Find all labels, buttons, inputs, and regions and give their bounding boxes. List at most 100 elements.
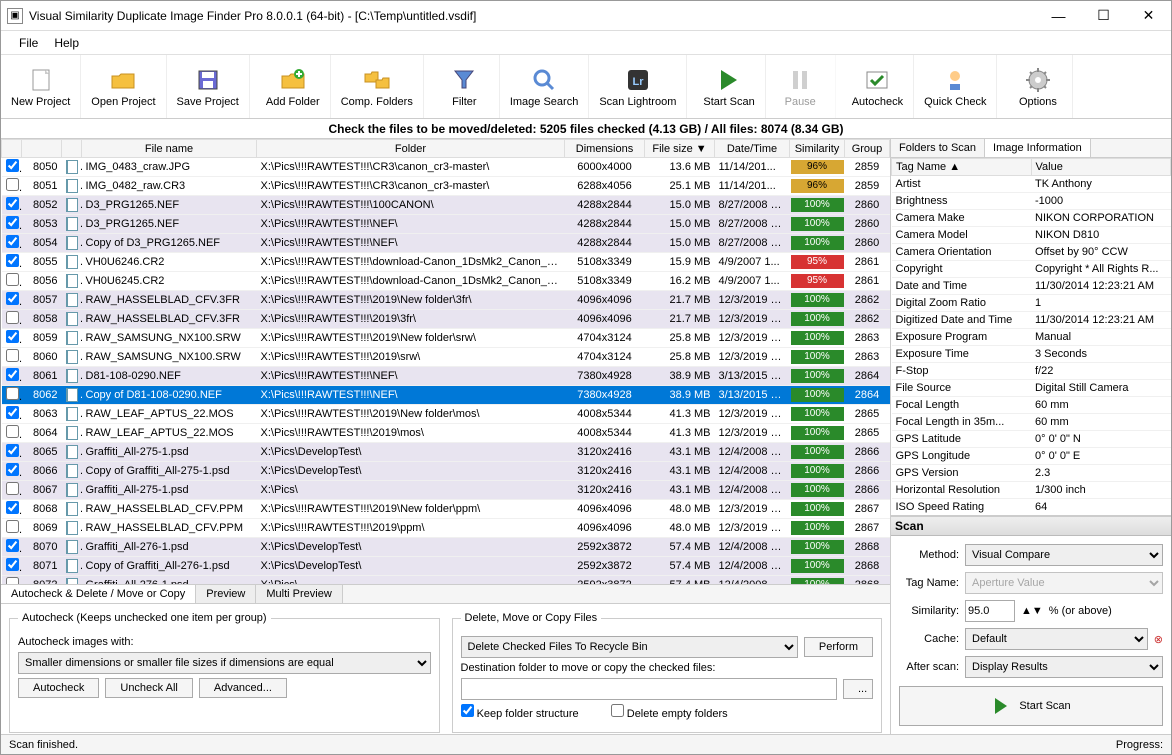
table-row[interactable]: 8070Graffiti_All-276-1.psdX:\Pics\Develo… xyxy=(2,538,890,557)
row-checkbox[interactable] xyxy=(6,292,19,305)
row-checkbox[interactable] xyxy=(6,482,19,495)
tag-row[interactable]: GPS Longitude0° 0' 0" E xyxy=(892,448,1171,465)
table-row[interactable]: 8051IMG_0482_raw.CR3X:\Pics\!!!RAWTEST!!… xyxy=(2,177,890,196)
table-row[interactable]: 8052D3_PRG1265.NEFX:\Pics\!!!RAWTEST!!!\… xyxy=(2,196,890,215)
table-row[interactable]: 8055VH0U6246.CR2X:\Pics\!!!RAWTEST!!!\do… xyxy=(2,253,890,272)
delete-action-select[interactable]: Delete Checked Files To Recycle Bin xyxy=(461,636,798,658)
tag-row[interactable]: File SourceDigital Still Camera xyxy=(892,380,1171,397)
toolbar-play[interactable]: Start Scan xyxy=(693,55,765,118)
tag-row[interactable]: GPS Latitude0° 0' 0" N xyxy=(892,431,1171,448)
tag-row[interactable]: Date and Time11/30/2014 12:23:21 AM xyxy=(892,278,1171,295)
toolbar-compfolder[interactable]: Comp. Folders xyxy=(331,55,424,118)
toolbar-lightroom[interactable]: LrScan Lightroom xyxy=(589,55,687,118)
tag-row[interactable]: Exposure Time3 Seconds xyxy=(892,346,1171,363)
toolbar-addfolder[interactable]: Add Folder xyxy=(256,55,331,118)
tag-row[interactable]: Focal Length in 35m...60 mm xyxy=(892,414,1171,431)
tag-row[interactable]: Digitized Date and Time11/30/2014 12:23:… xyxy=(892,312,1171,329)
maximize-button[interactable]: ☐ xyxy=(1081,1,1126,31)
table-row[interactable]: 8061D81-108-0290.NEFX:\Pics\!!!RAWTEST!!… xyxy=(2,367,890,386)
table-row[interactable]: 8054Copy of D3_PRG1265.NEFX:\Pics\!!!RAW… xyxy=(2,234,890,253)
tagname-select[interactable]: Aperture Value xyxy=(965,572,1163,594)
row-checkbox[interactable] xyxy=(6,558,19,571)
row-checkbox[interactable] xyxy=(6,254,19,267)
autocheck-rule-select[interactable]: Smaller dimensions or smaller file sizes… xyxy=(18,652,431,674)
table-row[interactable]: 8071Copy of Graffiti_All-276-1.psdX:\Pic… xyxy=(2,557,890,576)
bottom-tab[interactable]: Autocheck & Delete / Move or Copy xyxy=(1,585,196,603)
row-checkbox[interactable] xyxy=(6,539,19,552)
browse-button[interactable]: ... xyxy=(843,679,873,699)
bottom-tab[interactable]: Multi Preview xyxy=(256,585,342,603)
row-checkbox[interactable] xyxy=(6,368,19,381)
row-checkbox[interactable] xyxy=(6,159,19,172)
toolbar-filter[interactable]: Filter xyxy=(430,55,500,118)
keep-folder-checkbox[interactable]: Keep folder structure xyxy=(461,704,579,720)
toolbar-quickcheck[interactable]: Quick Check xyxy=(914,55,997,118)
table-row[interactable]: 8058RAW_HASSELBLAD_CFV.3FRX:\Pics\!!!RAW… xyxy=(2,310,890,329)
tag-row[interactable]: GPS Version2.3 xyxy=(892,465,1171,482)
table-row[interactable]: 8066Copy of Graffiti_All-275-1.psdX:\Pic… xyxy=(2,462,890,481)
table-row[interactable]: 8068RAW_HASSELBLAD_CFV.PPMX:\Pics\!!!RAW… xyxy=(2,500,890,519)
advanced-button[interactable]: Advanced... xyxy=(199,678,287,698)
tag-row[interactable]: F-Stopf/22 xyxy=(892,363,1171,380)
col-header[interactable]: File name xyxy=(82,140,257,158)
row-checkbox[interactable] xyxy=(6,387,19,400)
toolbar-save[interactable]: Save Project xyxy=(167,55,250,118)
minimize-button[interactable]: — xyxy=(1036,1,1081,31)
row-checkbox[interactable] xyxy=(6,330,19,343)
row-checkbox[interactable] xyxy=(6,273,19,286)
menu-file[interactable]: File xyxy=(11,33,46,53)
table-row[interactable]: 8059RAW_SAMSUNG_NX100.SRWX:\Pics\!!!RAWT… xyxy=(2,329,890,348)
dest-folder-input[interactable] xyxy=(461,678,838,700)
table-row[interactable]: 8063RAW_LEAF_APTUS_22.MOSX:\Pics\!!!RAWT… xyxy=(2,405,890,424)
row-checkbox[interactable] xyxy=(6,444,19,457)
tag-row[interactable]: ArtistTK Anthony xyxy=(892,176,1171,193)
table-row[interactable]: 8062Copy of D81-108-0290.NEFX:\Pics\!!!R… xyxy=(2,386,890,405)
right-tab[interactable]: Image Information xyxy=(985,139,1091,157)
tag-row[interactable]: Digital Zoom Ratio1 xyxy=(892,295,1171,312)
cache-clear-icon[interactable]: ⊗ xyxy=(1154,633,1163,646)
col-header[interactable]: Dimensions xyxy=(565,140,645,158)
col-header[interactable] xyxy=(2,140,22,158)
table-row[interactable]: 8067Graffiti_All-275-1.psdX:\Pics\3120x2… xyxy=(2,481,890,500)
table-row[interactable]: 8069RAW_HASSELBLAD_CFV.PPMX:\Pics\!!!RAW… xyxy=(2,519,890,538)
similarity-input[interactable] xyxy=(965,600,1015,622)
col-header[interactable] xyxy=(62,140,82,158)
toolbar-search[interactable]: Image Search xyxy=(500,55,589,118)
tag-row[interactable]: Exposure ProgramManual xyxy=(892,329,1171,346)
toolbar-options[interactable]: Options xyxy=(1003,55,1073,118)
results-grid[interactable]: File nameFolderDimensionsFile size ▼Date… xyxy=(1,139,890,584)
image-info-table[interactable]: Tag Name ▲ Value ArtistTK AnthonyBrightn… xyxy=(891,158,1171,515)
toolbar-autocheck[interactable]: Autocheck xyxy=(842,55,914,118)
col-header[interactable] xyxy=(22,140,62,158)
uncheck-all-button[interactable]: Uncheck All xyxy=(105,678,192,698)
row-checkbox[interactable] xyxy=(6,577,19,584)
tag-row[interactable]: Camera ModelNIKON D810 xyxy=(892,227,1171,244)
table-row[interactable]: 8050IMG_0483_craw.JPGX:\Pics\!!!RAWTEST!… xyxy=(2,158,890,177)
table-row[interactable]: 8057RAW_HASSELBLAD_CFV.3FRX:\Pics\!!!RAW… xyxy=(2,291,890,310)
method-select[interactable]: Visual Compare xyxy=(965,544,1163,566)
bottom-tab[interactable]: Preview xyxy=(196,585,256,603)
tag-row[interactable]: Camera MakeNIKON CORPORATION xyxy=(892,210,1171,227)
row-checkbox[interactable] xyxy=(6,501,19,514)
tag-name-header[interactable]: Tag Name ▲ xyxy=(892,159,1032,176)
toolbar-open[interactable]: Open Project xyxy=(81,55,166,118)
toolbar-new[interactable]: New Project xyxy=(1,55,81,118)
after-scan-select[interactable]: Display Results xyxy=(965,656,1163,678)
row-checkbox[interactable] xyxy=(6,197,19,210)
row-checkbox[interactable] xyxy=(6,463,19,476)
menu-help[interactable]: Help xyxy=(46,33,87,53)
start-scan-button[interactable]: Start Scan xyxy=(899,686,1163,726)
delete-empty-checkbox[interactable]: Delete empty folders xyxy=(611,704,728,720)
col-header[interactable]: File size ▼ xyxy=(645,140,715,158)
tag-row[interactable]: ISO Speed Rating64 xyxy=(892,499,1171,516)
tag-row[interactable]: Horizontal Resolution1/300 inch xyxy=(892,482,1171,499)
tag-row[interactable]: CopyrightCopyright * All Rights R... xyxy=(892,261,1171,278)
tag-value-header[interactable]: Value xyxy=(1031,159,1171,176)
autocheck-button[interactable]: Autocheck xyxy=(18,678,99,698)
row-checkbox[interactable] xyxy=(6,520,19,533)
table-row[interactable]: 8053D3_PRG1265.NEFX:\Pics\!!!RAWTEST!!!\… xyxy=(2,215,890,234)
table-row[interactable]: 8060RAW_SAMSUNG_NX100.SRWX:\Pics\!!!RAWT… xyxy=(2,348,890,367)
table-row[interactable]: 8072Graffiti_All-276-1.psdX:\Pics\2592x3… xyxy=(2,576,890,585)
col-header[interactable]: Similarity xyxy=(790,140,845,158)
col-header[interactable]: Group xyxy=(845,140,890,158)
